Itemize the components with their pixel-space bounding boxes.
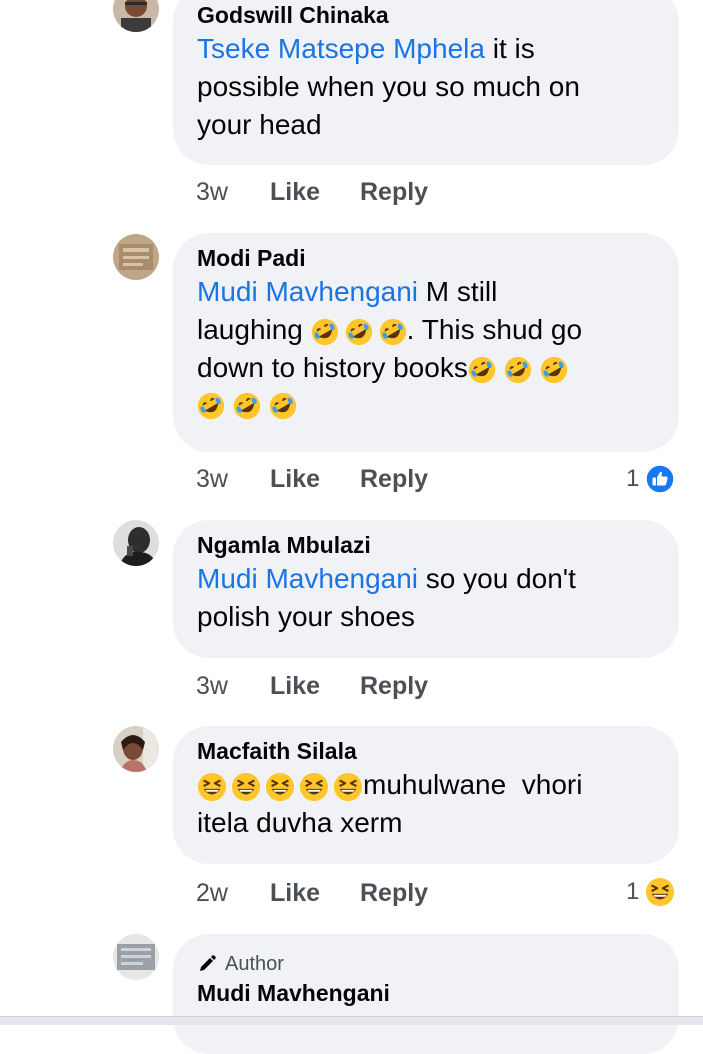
comment-text-segment: laughing	[197, 314, 311, 345]
laughing-emoji-icon	[299, 772, 329, 802]
rofl-emoji-icon	[233, 392, 261, 420]
comment-text: Mudi Mavhengani M still	[197, 273, 655, 311]
comment-text	[197, 387, 655, 421]
comment-bubble: Macfaith Silala muhulwane vhori itela du…	[173, 726, 679, 864]
comment-author-name[interactable]: Ngamla Mbulazi	[197, 530, 655, 560]
comment-bubble: Godswill Chinaka Tseke Matsepe Mphela it…	[173, 0, 679, 165]
rofl-emoji-icon	[197, 392, 225, 420]
comment-text: Tseke Matsepe Mphela it is	[197, 30, 655, 68]
reaction-summary[interactable]: 1	[626, 463, 676, 495]
like-button[interactable]: Like	[270, 877, 320, 909]
mention-link[interactable]: Mudi Mavhengani	[197, 563, 418, 594]
comment-text: down to history books	[197, 349, 655, 387]
like-button[interactable]: Like	[270, 463, 320, 495]
laughing-emoji-icon	[197, 772, 227, 802]
comment-text: possible when you so much on	[197, 71, 580, 102]
mention-link[interactable]: Mudi Mavhengani	[197, 276, 418, 307]
comment-timestamp[interactable]: 3w	[196, 463, 228, 495]
comment-timestamp[interactable]: 2w	[196, 877, 228, 909]
reaction-count: 1	[626, 878, 640, 905]
rofl-emoji-icon	[504, 356, 532, 384]
like-reaction-icon	[645, 464, 676, 494]
comment-text-segment: down to history books	[197, 352, 468, 383]
comment-bubble: Modi Padi Mudi Mavhengani M still laughi…	[173, 233, 679, 452]
comment-text-segment: it is	[484, 33, 535, 64]
comment-timestamp[interactable]: 3w	[196, 176, 228, 208]
rofl-emoji-icon	[345, 318, 373, 346]
rofl-emoji-icon	[311, 318, 339, 346]
comment-bubble: Author Mudi Mavhengani	[173, 934, 679, 1054]
author-badge: Author	[197, 950, 655, 978]
reply-button[interactable]: Reply	[360, 877, 428, 909]
avatar[interactable]	[113, 234, 159, 280]
comment-text: your head	[197, 109, 322, 140]
rofl-emoji-icon	[379, 318, 407, 346]
avatar[interactable]	[113, 0, 159, 32]
comment-text: Mudi Mavhengani so you don't	[197, 560, 655, 598]
comment-author-name[interactable]: Godswill Chinaka	[197, 0, 655, 30]
pencil-icon	[200, 955, 216, 971]
reaction-summary[interactable]: 1	[626, 876, 675, 908]
comment-text-segment: M still	[418, 276, 498, 307]
author-badge-label: Author	[225, 953, 284, 975]
laughing-emoji-icon	[333, 772, 363, 802]
comment-text: laughing . This shud go	[197, 311, 655, 349]
reply-button[interactable]: Reply	[360, 463, 428, 495]
comment-text-segment: so you don't	[418, 563, 576, 594]
laughing-emoji-icon	[265, 772, 295, 802]
comment-author-name[interactable]: Mudi Mavhengani	[197, 978, 655, 1008]
comment-text: muhulwane vhori	[197, 766, 655, 804]
rofl-emoji-icon	[269, 392, 297, 420]
like-button[interactable]: Like	[270, 176, 320, 208]
reply-button[interactable]: Reply	[360, 176, 428, 208]
mention-link[interactable]: Tseke Matsepe Mphela	[197, 33, 485, 64]
comment-author-name[interactable]: Modi Padi	[197, 243, 655, 273]
rofl-emoji-icon	[540, 356, 568, 384]
comment-timestamp[interactable]: 3w	[196, 670, 228, 702]
comment-text: polish your shoes	[197, 601, 415, 632]
avatar[interactable]	[113, 520, 159, 566]
reaction-count: 1	[626, 465, 640, 492]
rofl-emoji-icon	[468, 356, 496, 384]
like-button[interactable]: Like	[270, 670, 320, 702]
comment-bubble: Ngamla Mbulazi Mudi Mavhengani so you do…	[173, 520, 679, 658]
reply-button[interactable]: Reply	[360, 670, 428, 702]
avatar[interactable]	[113, 934, 159, 980]
laughing-emoji-icon	[231, 772, 261, 802]
avatar[interactable]	[113, 726, 159, 772]
comment-text: itela duvha xerm	[197, 807, 403, 838]
comment-text-segment: muhulwane vhori	[363, 769, 583, 800]
comment-text-segment: . This shud go	[406, 314, 583, 345]
comment-author-name[interactable]: Macfaith Silala	[197, 736, 655, 766]
haha-reaction-icon	[645, 877, 675, 907]
